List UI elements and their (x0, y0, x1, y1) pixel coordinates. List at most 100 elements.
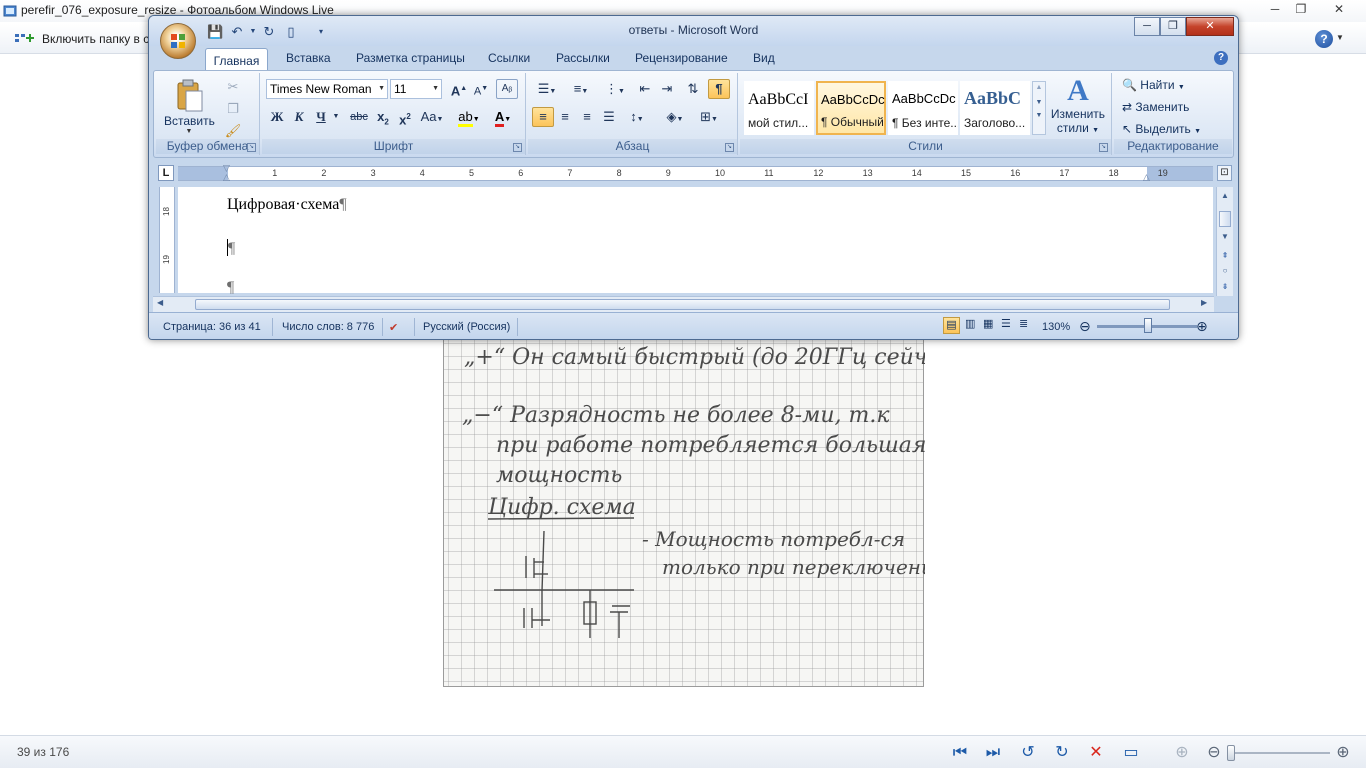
find-button[interactable]: 🔍 Найти ▼ (1122, 78, 1185, 92)
zoom-in-icon[interactable]: ⊕ (1196, 318, 1208, 335)
tab-selector-button[interactable]: L (158, 165, 174, 181)
chevron-up-icon[interactable]: ▲ (1033, 84, 1045, 91)
highlight-color-button[interactable]: ab▼ (454, 107, 484, 127)
print-layout-view-icon[interactable]: ▤ (943, 317, 960, 334)
scroll-right-icon[interactable]: ▶ (1201, 298, 1207, 307)
doc-paragraph[interactable]: Цифровая·схема¶ (227, 196, 347, 214)
web-layout-icon[interactable]: ▦ (983, 317, 993, 330)
zoom-level[interactable]: 130% (1042, 321, 1070, 333)
ribbon-help-icon[interactable]: ? (1214, 51, 1228, 65)
zoom-slider-thumb[interactable] (1144, 318, 1152, 333)
align-center-icon[interactable]: ≡ (554, 107, 576, 127)
view-ruler-icon[interactable]: ⊡ (1217, 165, 1232, 181)
horizontal-scrollbar[interactable]: ◀ ▶ (153, 296, 1214, 312)
tab-home[interactable]: Главная (205, 48, 268, 71)
gallery-help-icon[interactable]: ? (1315, 30, 1333, 48)
word-restore-button[interactable]: ❐ (1160, 17, 1186, 36)
align-right-icon[interactable]: ≡ (576, 107, 598, 127)
strikethrough-button[interactable]: abc (348, 107, 370, 127)
multilevel-list-icon[interactable]: ⋮▼ (600, 79, 630, 99)
slideshow-icon[interactable]: ▭ (1121, 743, 1141, 763)
word-count[interactable]: Число слов: 8 776 (282, 321, 374, 333)
actual-size-icon[interactable]: ⊕ (1172, 743, 1192, 763)
left-indent-marker[interactable]: △ (223, 172, 230, 183)
align-left-icon[interactable]: ≡ (532, 107, 554, 127)
dialog-launcher-icon[interactable]: ↘ (1099, 143, 1108, 152)
select-button[interactable]: ↖ Выделить ▼ (1122, 122, 1201, 136)
dialog-launcher-icon[interactable]: ↘ (247, 143, 256, 152)
style-tile-normal[interactable]: AaBbCcDc ¶ Обычный (816, 81, 886, 135)
rotate-left-icon[interactable]: ↺ (1018, 743, 1038, 763)
tab-references[interactable]: Ссылки (488, 51, 530, 65)
draft-view-icon[interactable]: ≣ (1019, 317, 1028, 330)
customize-qat-icon[interactable]: ▾ (313, 24, 329, 40)
clear-formatting-icon[interactable]: Aᵦ (496, 79, 518, 99)
style-tile-heading[interactable]: AaBbC Заголово... (960, 81, 1030, 135)
include-folder-button[interactable]: Включить папку в с (14, 31, 149, 47)
outline-view-icon[interactable]: ☰ (1001, 317, 1011, 330)
font-size-combo[interactable]: 11 ▼ (390, 79, 442, 99)
show-formatting-marks-icon[interactable]: ¶ (708, 79, 730, 99)
horizontal-ruler[interactable]: 1 2 3 4 5 6 7 8 9 10 11 12 13 14 15 16 17 18 19 ▽ △ △ (178, 163, 1213, 183)
dialog-launcher-icon[interactable]: ↘ (725, 143, 734, 152)
tab-view[interactable]: Вид (753, 51, 775, 65)
numbering-icon[interactable]: ≡▼ (566, 79, 596, 99)
scroll-down-icon[interactable]: ▼ (1218, 230, 1232, 243)
grow-font-icon[interactable]: A▲ (448, 79, 470, 99)
delete-icon[interactable]: ✕ (1086, 743, 1106, 763)
doc-paragraph[interactable]: ¶ (227, 239, 235, 258)
font-color-button[interactable]: A▼ (488, 107, 518, 127)
language-indicator[interactable]: Русский (Россия) (423, 321, 510, 333)
vertical-scroll-thumb[interactable] (1219, 211, 1231, 227)
increase-indent-icon[interactable]: ⇥ (656, 79, 678, 99)
next-page-icon[interactable]: ⇟ (1218, 280, 1232, 293)
office-button[interactable] (160, 23, 196, 59)
superscript-button[interactable]: x2 (394, 107, 416, 127)
select-browse-object-icon[interactable]: ○ (1218, 264, 1232, 277)
format-painter-icon[interactable]: 🖌 (222, 121, 244, 141)
document-page[interactable]: Цифровая·схема¶ ¶ ¶ (178, 187, 1213, 296)
styles-gallery-scroll[interactable]: ▲ ▼ ▼ (1032, 81, 1046, 135)
zoom-out-icon[interactable]: ⊖ (1204, 743, 1224, 763)
underline-button[interactable]: Ч (310, 107, 332, 127)
gallery-maximize-button[interactable]: ❐ (1288, 1, 1314, 18)
italic-button[interactable]: К (288, 107, 310, 127)
scroll-up-icon[interactable]: ▲ (1218, 189, 1232, 202)
bullets-icon[interactable]: ☰▼ (532, 79, 562, 99)
sort-icon[interactable]: ⇅ (682, 79, 704, 99)
gallery-minimize-button[interactable]: ─ (1262, 1, 1288, 18)
tab-mailings[interactable]: Рассылки (556, 51, 610, 65)
bold-button[interactable]: Ж (266, 107, 288, 127)
zoom-in-icon[interactable]: ⊕ (1333, 743, 1353, 763)
copy-icon[interactable]: ❐ (222, 99, 244, 119)
undo-dropdown-icon[interactable]: ▼ (245, 24, 261, 40)
tab-page-layout[interactable]: Разметка страницы (356, 51, 465, 65)
rotate-right-icon[interactable]: ↻ (1052, 743, 1072, 763)
zoom-slider-thumb[interactable] (1227, 745, 1235, 761)
gallery-close-button[interactable]: ✕ (1326, 1, 1352, 18)
proofing-icon[interactable]: ✔ (389, 321, 398, 334)
replace-button[interactable]: ⇄ Заменить (1122, 100, 1189, 114)
style-tile-no-spacing[interactable]: AaBbCcDc ¶ Без инте... (888, 81, 958, 135)
previous-photo-icon[interactable]: ⏮ (950, 743, 970, 763)
scroll-left-icon[interactable]: ◀ (157, 298, 163, 307)
decrease-indent-icon[interactable]: ⇤ (634, 79, 656, 99)
subscript-button[interactable]: x2 (372, 107, 394, 127)
cut-icon[interactable]: ✂ (222, 77, 244, 97)
word-minimize-button[interactable]: ─ (1134, 17, 1160, 36)
full-screen-reading-icon[interactable]: ▥ (965, 317, 975, 330)
justify-icon[interactable]: ☰ (598, 107, 620, 127)
chevron-down-icon[interactable]: ▼ (330, 107, 342, 127)
line-spacing-icon[interactable]: ↕▼ (622, 107, 652, 127)
shrink-font-icon[interactable]: A▼ (470, 79, 492, 99)
save-icon[interactable]: 💾 (207, 24, 223, 40)
chevron-down-icon[interactable]: ▼ (1033, 99, 1045, 106)
next-photo-icon[interactable]: ⏭ (983, 743, 1003, 763)
font-name-combo[interactable]: Times New Roman ▼ (266, 79, 388, 99)
change-styles-button[interactable]: A Изменить стили ▼ (1050, 75, 1106, 137)
right-indent-marker[interactable]: △ (1143, 172, 1150, 183)
paste-button[interactable]: Вставить ▼ (164, 77, 215, 135)
more-styles-icon[interactable]: ▼ (1033, 112, 1045, 119)
dialog-launcher-icon[interactable]: ↘ (513, 143, 522, 152)
redo-icon[interactable]: ↻ (261, 24, 277, 40)
